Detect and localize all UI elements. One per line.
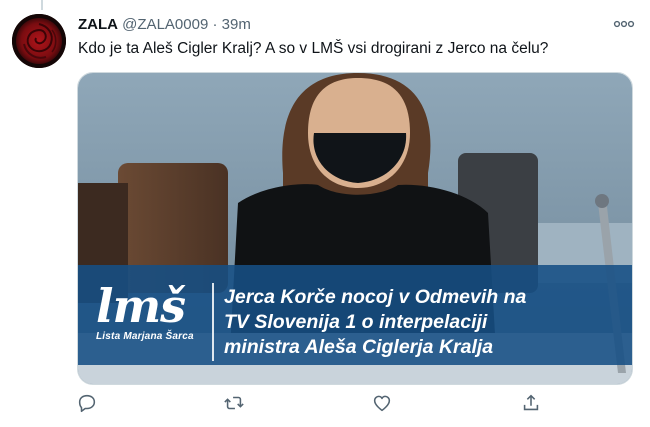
tweet-media-image[interactable]: lmš Lista Marjana Šarca Jerca Korče noco… xyxy=(77,72,633,385)
headline-line: Jerca Korče nocoj v Odmevih na xyxy=(224,286,527,308)
retweet-icon[interactable] xyxy=(223,392,245,414)
party-logo: lmš Lista Marjana Šarca xyxy=(96,283,194,342)
reply-icon[interactable] xyxy=(76,392,98,414)
headline-line: TV Slovenija 1 o interpelaciji xyxy=(224,311,488,333)
header-separator: · xyxy=(212,16,218,33)
rose-avatar-image xyxy=(12,14,66,68)
user-handle[interactable]: @ZALA0009 xyxy=(122,16,208,33)
tweet-timestamp[interactable]: 39m xyxy=(222,16,251,33)
tweet-text: Kdo je ta Aleš Cigler Kralj? A so v LMŠ … xyxy=(78,40,549,57)
more-options-icon[interactable] xyxy=(612,14,636,34)
tweet-actions-bar xyxy=(0,392,650,420)
brand-subtitle: Lista Marjana Šarca xyxy=(96,331,194,342)
thread-connector-line xyxy=(41,0,43,10)
brand-mark: lmš xyxy=(96,279,186,333)
like-icon[interactable] xyxy=(371,392,393,414)
tweet-header: ZALA @ZALA0009 · 39m xyxy=(78,15,251,35)
media-headline: Jerca Korče nocoj v Odmevih na TV Sloven… xyxy=(224,285,554,360)
share-icon[interactable] xyxy=(520,392,542,414)
banner-divider xyxy=(212,283,214,361)
avatar[interactable] xyxy=(12,14,66,68)
display-name[interactable]: ZALA xyxy=(78,16,118,33)
headline-line: ministra Aleša Ciglerja Kralja xyxy=(224,336,494,358)
